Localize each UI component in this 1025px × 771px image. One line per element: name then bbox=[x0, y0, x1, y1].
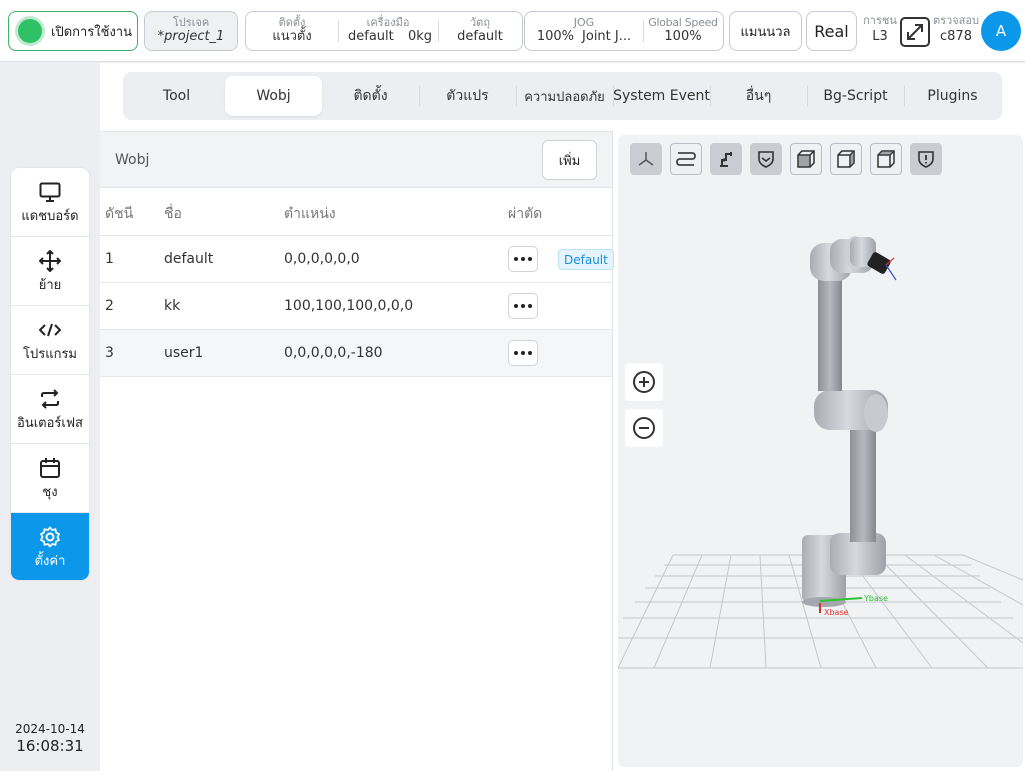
nav-move-label: ย้าย bbox=[38, 277, 62, 293]
nav-schedule-label: ชุง bbox=[42, 484, 58, 500]
nav-schedule[interactable]: ชุง bbox=[11, 444, 89, 513]
jog-percent: 100% bbox=[536, 29, 575, 44]
more-options-button[interactable] bbox=[508, 293, 538, 319]
table-row[interactable]: 3 user1 0,0,0,0,0,-180 bbox=[100, 330, 612, 377]
table-header: ดัชนี ชื่อ ตำแหน่ง ผ่าตัด bbox=[100, 188, 612, 236]
power-status-icon bbox=[18, 19, 42, 43]
check-status[interactable]: ตรวจสอบ c878 bbox=[931, 14, 981, 46]
workpiece-value: default bbox=[457, 29, 503, 44]
manual-mode-button[interactable]: แมนนวล bbox=[729, 11, 802, 51]
default-badge: Default bbox=[558, 249, 614, 270]
clock-date: 2024-10-14 bbox=[15, 722, 85, 736]
tab-plugins[interactable]: Plugins bbox=[904, 76, 1001, 116]
col-index: ดัชนี bbox=[105, 206, 134, 222]
jog-caption: JOG bbox=[573, 16, 595, 29]
col-name: ชื่อ bbox=[164, 206, 182, 222]
collision-value: L3 bbox=[872, 29, 888, 44]
user-avatar[interactable]: A bbox=[981, 11, 1021, 51]
nav-interface[interactable]: อินเตอร์เฟส bbox=[11, 375, 89, 444]
tool-name: default bbox=[348, 29, 394, 44]
workpiece-caption: วัตถุ bbox=[470, 16, 490, 29]
nav-interface-label: อินเตอร์เฟส bbox=[17, 415, 83, 431]
side-nav: แดชบอร์ด ย้าย โปรแกรม อินเตอร์เฟส ชุง ตั… bbox=[11, 168, 89, 580]
nav-settings[interactable]: ตั้งค่า bbox=[11, 513, 89, 580]
move-icon bbox=[38, 249, 62, 273]
row-position: 0,0,0,0,0,0 bbox=[284, 251, 360, 267]
row-index: 2 bbox=[105, 298, 114, 314]
jog-speed-group[interactable]: JOG 100% Joint J... Global Speed 100% bbox=[524, 11, 724, 51]
more-options-button[interactable] bbox=[508, 246, 538, 272]
row-index: 1 bbox=[105, 251, 114, 267]
panel-title: Wobj bbox=[115, 152, 150, 168]
project-selector[interactable]: โปรเจค *project_1 bbox=[144, 11, 238, 51]
install-mode[interactable]: ติดตั้ง แนวตั้ง bbox=[246, 12, 338, 50]
top-bar: เปิดการใช้งาน โปรเจค *project_1 ติดตั้ง … bbox=[0, 0, 1025, 62]
project-caption: โปรเจค bbox=[172, 16, 210, 29]
install-status-group[interactable]: ติดตั้ง แนวตั้ง เครื่องมือ default 0kg ว… bbox=[245, 11, 523, 51]
real-mode-button[interactable]: Real bbox=[806, 11, 857, 51]
global-speed-status[interactable]: Global Speed 100% bbox=[643, 12, 723, 50]
jog-mode: Joint J... bbox=[582, 29, 632, 44]
row-name: user1 bbox=[164, 345, 204, 361]
nav-program-label: โปรแกรม bbox=[22, 346, 78, 362]
install-caption: ติดตั้ง bbox=[278, 16, 306, 29]
row-name: kk bbox=[164, 298, 181, 314]
more-options-button[interactable] bbox=[508, 340, 538, 366]
wobj-panel: Wobj เพิ่ม ดัชนี ชื่อ ตำแหน่ง ผ่าตัด 1 d… bbox=[100, 131, 614, 771]
collision-caption: การชน bbox=[863, 14, 897, 27]
table-row[interactable]: 2 kk 100,100,100,0,0,0 bbox=[100, 283, 612, 330]
calendar-icon bbox=[38, 456, 62, 480]
clock: 2024-10-14 16:08:31 bbox=[0, 722, 100, 755]
robot-3d-view[interactable]: Xbase Ybase bbox=[618, 135, 1023, 767]
tab-system-event[interactable]: System Event bbox=[613, 76, 710, 116]
add-button[interactable]: เพิ่ม bbox=[542, 140, 597, 180]
check-caption: ตรวจสอบ bbox=[933, 14, 979, 27]
code-icon bbox=[38, 318, 62, 342]
monitor-icon bbox=[38, 180, 62, 204]
project-name: *project_1 bbox=[157, 29, 225, 44]
row-position: 0,0,0,0,0,-180 bbox=[284, 345, 383, 361]
nav-dashboard-label: แดชบอร์ด bbox=[21, 208, 79, 224]
tab-variables[interactable]: ตัวแปร bbox=[419, 76, 516, 116]
expand-icon[interactable] bbox=[900, 17, 930, 47]
nav-move[interactable]: ย้าย bbox=[11, 237, 89, 306]
table-row[interactable]: 1 default 0,0,0,0,0,0 Default bbox=[100, 236, 614, 283]
x-base-label: Xbase bbox=[824, 608, 849, 617]
interface-icon bbox=[38, 387, 62, 411]
global-speed-caption: Global Speed bbox=[648, 16, 718, 29]
row-name: default bbox=[164, 251, 214, 267]
clock-time: 16:08:31 bbox=[16, 737, 84, 755]
power-enable-label: เปิดการใช้งาน bbox=[51, 24, 132, 40]
workpiece-status[interactable]: วัตถุ default bbox=[438, 12, 522, 50]
robot-arm: Xbase Ybase bbox=[802, 236, 897, 617]
tab-tool[interactable]: Tool bbox=[128, 76, 225, 116]
nav-dashboard[interactable]: แดชบอร์ด bbox=[11, 168, 89, 237]
panel-header: Wobj เพิ่ม bbox=[100, 131, 612, 188]
row-index: 3 bbox=[105, 345, 114, 361]
settings-icon bbox=[38, 525, 62, 549]
global-speed-value: 100% bbox=[664, 29, 702, 44]
nav-program[interactable]: โปรแกรม bbox=[11, 306, 89, 375]
row-position: 100,100,100,0,0,0 bbox=[284, 298, 414, 314]
power-enable-button[interactable]: เปิดการใช้งาน bbox=[8, 11, 138, 51]
main-content: Tool Wobj ติดตั้ง ตัวแปร ความปลอดภัย Sys… bbox=[100, 63, 1025, 771]
tool-load: 0kg bbox=[407, 29, 432, 44]
tab-bg-script[interactable]: Bg-Script bbox=[807, 76, 904, 116]
col-operation: ผ่าตัด bbox=[508, 206, 543, 222]
tab-others[interactable]: อื่นๆ bbox=[710, 76, 807, 116]
y-base-label: Ybase bbox=[863, 594, 888, 603]
robot-scene: Xbase Ybase bbox=[618, 236, 1023, 669]
tab-wobj[interactable]: Wobj bbox=[225, 76, 322, 116]
install-value: แนวตั้ง bbox=[272, 29, 312, 44]
tool-status[interactable]: เครื่องมือ default 0kg bbox=[338, 12, 438, 50]
col-position: ตำแหน่ง bbox=[284, 206, 336, 222]
check-value: c878 bbox=[940, 29, 972, 44]
settings-tabs: Tool Wobj ติดตั้ง ตัวแปร ความปลอดภัย Sys… bbox=[123, 72, 1002, 120]
collision-level[interactable]: การชน L3 bbox=[862, 14, 898, 46]
nav-settings-label: ตั้งค่า bbox=[34, 554, 66, 569]
tab-install[interactable]: ติดตั้ง bbox=[322, 76, 419, 116]
tool-caption: เครื่องมือ bbox=[366, 16, 410, 29]
tab-safety[interactable]: ความปลอดภัย bbox=[516, 76, 613, 116]
jog-status[interactable]: JOG 100% Joint J... bbox=[525, 12, 643, 50]
